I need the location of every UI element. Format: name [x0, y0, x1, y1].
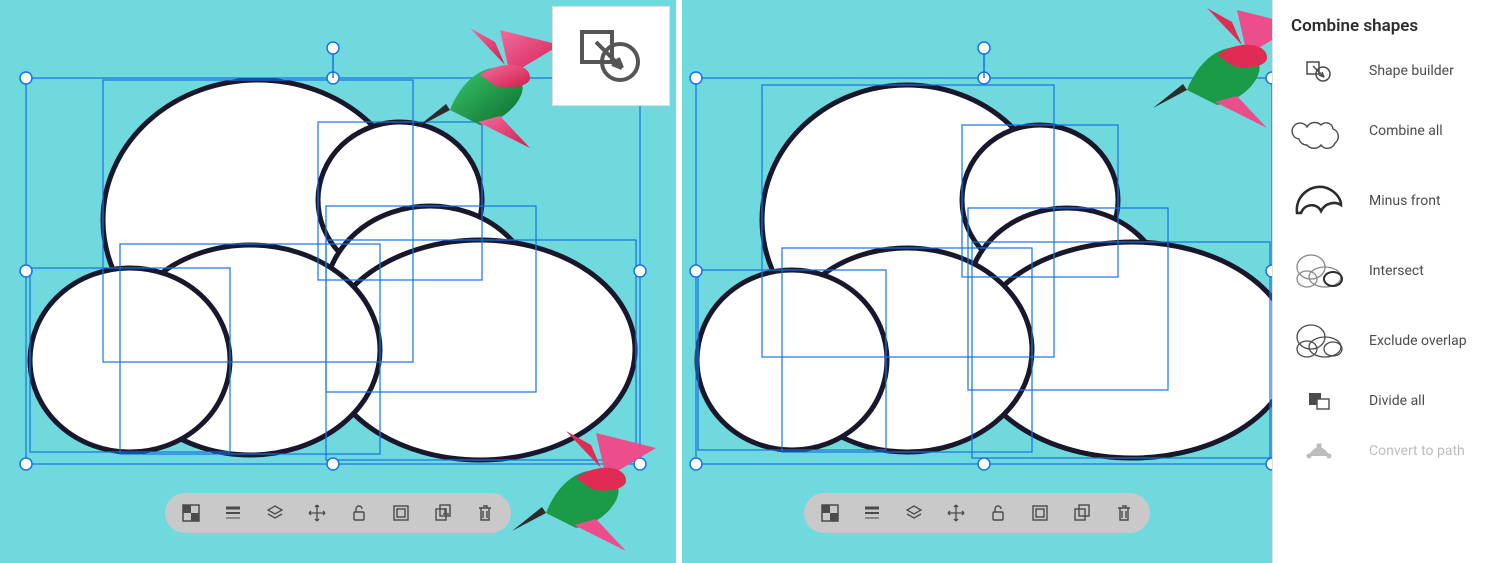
panel-title: Combine shapes [1273, 16, 1500, 46]
panel-item-exclude-overlap[interactable]: Exclude overlap [1273, 306, 1500, 376]
canvas-right[interactable] [682, 0, 1272, 563]
arrange-layers-icon[interactable] [904, 503, 924, 523]
panel-item-combine-all[interactable]: Combine all [1273, 96, 1500, 166]
panel-item-label: Minus front [1369, 193, 1441, 209]
duplicate-icon[interactable] [433, 503, 453, 523]
group-icon[interactable] [1030, 503, 1050, 523]
convert-to-path-icon [1291, 442, 1347, 460]
move-icon[interactable] [307, 503, 327, 523]
stroke-weight-icon[interactable] [862, 503, 882, 523]
move-icon[interactable] [946, 503, 966, 523]
delete-icon[interactable] [1114, 503, 1134, 523]
intersect-icon [1291, 251, 1347, 291]
panel-item-label: Shape builder [1369, 63, 1454, 79]
hummingbird-decoration [410, 20, 570, 150]
stroke-weight-icon[interactable] [223, 503, 243, 523]
contextual-toolbar [165, 493, 511, 533]
hummingbird-decoration [1142, 0, 1272, 130]
panel-item-shape-builder[interactable]: Shape builder [1273, 46, 1500, 96]
hummingbird-decoration [506, 423, 666, 553]
delete-icon[interactable] [475, 503, 495, 523]
shape-builder-highlight-card [552, 6, 670, 106]
panel-item-label: Exclude overlap [1369, 333, 1467, 349]
combine-all-icon [1291, 111, 1347, 151]
panel-item-minus-front[interactable]: Minus front [1273, 166, 1500, 236]
panel-item-label: Divide all [1369, 393, 1425, 409]
transparency-icon[interactable] [820, 503, 840, 523]
minus-front-icon [1291, 179, 1347, 223]
divide-all-icon [1291, 391, 1347, 411]
unlock-icon[interactable] [988, 503, 1008, 523]
panel-item-label: Convert to path [1369, 443, 1465, 459]
contextual-toolbar [804, 493, 1150, 533]
unlock-icon[interactable] [349, 503, 369, 523]
combine-shapes-panel: Combine shapes Shape builder Combine all… [1272, 0, 1500, 563]
panel-item-label: Intersect [1369, 263, 1424, 279]
group-icon[interactable] [391, 503, 411, 523]
panel-item-intersect[interactable]: Intersect [1273, 236, 1500, 306]
panel-item-label: Combine all [1369, 123, 1443, 139]
exclude-overlap-icon [1291, 321, 1347, 361]
shape-builder-icon [1291, 60, 1347, 82]
canvas-left[interactable] [0, 0, 676, 563]
transparency-icon[interactable] [181, 503, 201, 523]
panel-item-divide-all[interactable]: Divide all [1273, 376, 1500, 426]
panel-item-convert-to-path: Convert to path [1273, 426, 1500, 476]
arrange-layers-icon[interactable] [265, 503, 285, 523]
duplicate-icon[interactable] [1072, 503, 1092, 523]
shape-builder-icon [576, 28, 646, 84]
